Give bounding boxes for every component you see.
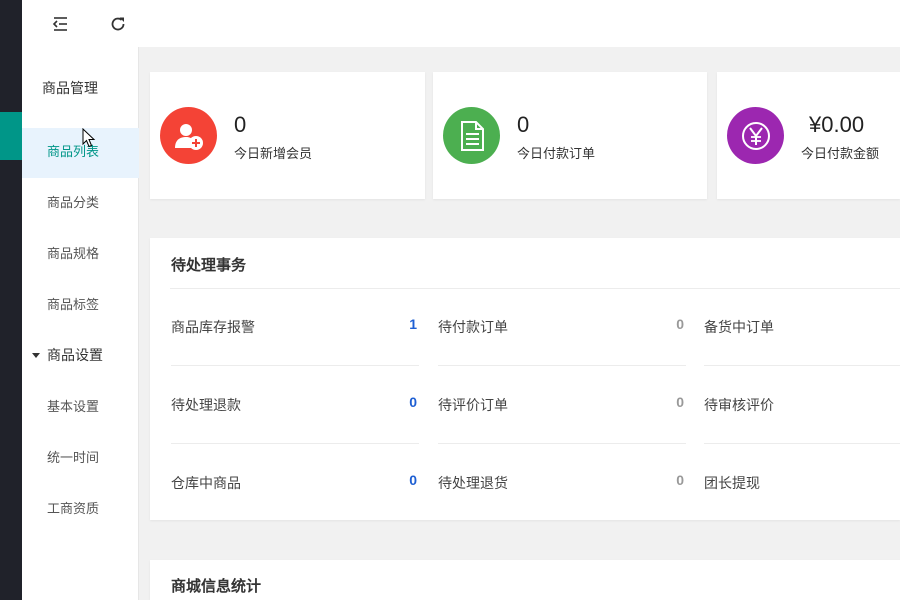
top-bar — [22, 0, 900, 47]
task-pending-review-orders[interactable]: 待评价订单 0 — [438, 366, 686, 444]
task-unpaid-orders[interactable]: 待付款订单 0 — [438, 288, 686, 366]
stat-label: 今日付款订单 — [517, 147, 596, 162]
stat-label: 今日付款金额 — [801, 147, 880, 162]
task-count: 0 — [676, 394, 684, 410]
left-nav-rail — [0, 0, 22, 600]
mall-stats-panel: 商城信息统计 — [150, 560, 900, 600]
sidebar-item-product-category[interactable]: 商品分类 — [22, 179, 139, 229]
document-icon — [443, 107, 500, 164]
stat-label: 今日新增会员 — [234, 147, 313, 162]
mall-stats-title: 商城信息统计 — [171, 577, 262, 595]
stat-value: ¥0.00 — [809, 112, 865, 137]
task-review-approval[interactable]: 待审核评价 — [704, 366, 900, 444]
task-label: 待处理退款 — [171, 398, 241, 414]
task-label: 仓库中商品 — [171, 476, 241, 492]
sidebar-group-product-settings[interactable]: 商品设置 — [22, 331, 139, 381]
task-label: 团长提现 — [704, 476, 760, 492]
task-count: 1 — [409, 316, 417, 332]
task-label: 待处理退货 — [438, 476, 508, 492]
task-stocking-orders[interactable]: 备货中订单 — [704, 288, 900, 366]
sidebar-item-product-spec[interactable]: 商品规格 — [22, 230, 139, 280]
task-count: 0 — [409, 394, 417, 410]
sidebar-group-label: 商品设置 — [47, 348, 103, 364]
sidebar-item-basic-settings[interactable]: 基本设置 — [22, 383, 139, 433]
sidebar-item-product-list[interactable]: 商品列表 — [22, 128, 139, 178]
task-count: 0 — [676, 472, 684, 488]
stat-card-paid-amount: ¥0.00 今日付款金额 — [717, 72, 900, 199]
task-label: 待评价订单 — [438, 398, 508, 414]
task-pending-returns[interactable]: 待处理退货 0 — [438, 444, 686, 522]
yen-icon — [727, 107, 784, 164]
sidebar-item-unified-time[interactable]: 统一时间 — [22, 434, 139, 484]
caret-down-icon — [32, 352, 40, 358]
task-stock-alert[interactable]: 商品库存报警 1 — [171, 288, 419, 366]
sidebar: 商品管理 商品列表 商品分类 商品规格 商品标签 商品设置 基本设置 统一时间 … — [22, 47, 139, 600]
task-warehouse-products[interactable]: 仓库中商品 0 — [171, 444, 419, 522]
task-label: 待付款订单 — [438, 320, 508, 336]
add-user-icon — [160, 107, 217, 164]
pending-tasks-panel: 待处理事务 商品库存报警 1 待付款订单 0 备货中订单 待处理退款 0 待评价… — [150, 238, 900, 520]
stat-card-paid-orders: 0 今日付款订单 — [433, 72, 707, 199]
left-nav-rail-active[interactable] — [0, 112, 22, 160]
task-leader-withdrawal[interactable]: 团长提现 — [704, 444, 900, 522]
task-count: 0 — [409, 472, 417, 488]
task-label: 备货中订单 — [704, 320, 774, 336]
task-pending-refund[interactable]: 待处理退款 0 — [171, 366, 419, 444]
menu-fold-icon[interactable] — [50, 14, 70, 34]
sidebar-item-product-tag[interactable]: 商品标签 — [22, 281, 139, 331]
task-count: 0 — [676, 316, 684, 332]
mouse-cursor-icon — [82, 127, 96, 152]
stat-card-new-members: 0 今日新增会员 — [150, 72, 425, 199]
stat-value: 0 — [517, 112, 530, 137]
pending-tasks-title: 待处理事务 — [171, 256, 247, 274]
task-label: 商品库存报警 — [171, 320, 255, 336]
sidebar-item-business-license[interactable]: 工商资质 — [22, 485, 139, 535]
refresh-icon[interactable] — [108, 14, 128, 34]
task-label: 待审核评价 — [704, 398, 774, 414]
stat-value: 0 — [234, 112, 247, 137]
sidebar-title: 商品管理 — [42, 81, 98, 97]
